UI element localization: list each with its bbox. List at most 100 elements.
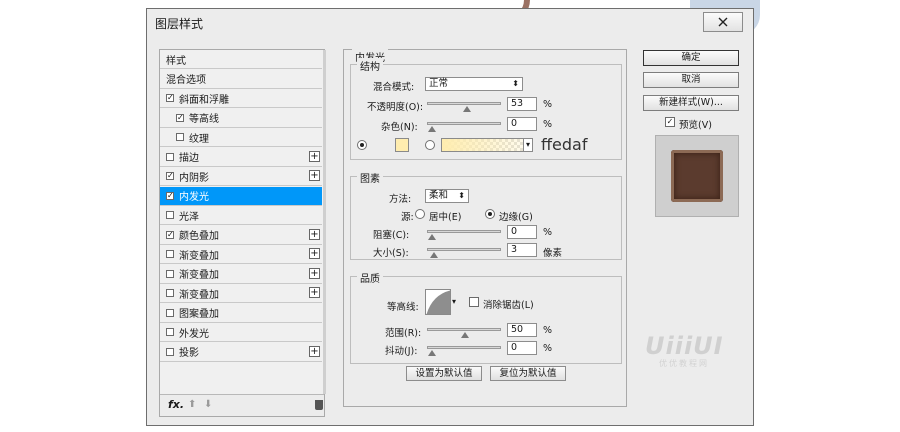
size-input[interactable]: 3 (507, 243, 537, 257)
style-checkbox[interactable]: ✓ (166, 94, 174, 102)
style-list-item[interactable]: 样式 (160, 50, 322, 69)
style-checkbox[interactable]: ✓ (166, 191, 174, 200)
contour-picker[interactable] (425, 289, 451, 315)
style-list-item[interactable]: 外发光 (160, 323, 322, 342)
style-list-item[interactable]: ✓ 颜色叠加 + (160, 226, 322, 245)
close-button[interactable] (703, 12, 743, 32)
style-list-item[interactable]: 光泽 (160, 206, 322, 225)
style-checkbox[interactable] (166, 328, 174, 336)
style-list-item[interactable]: 纹理 (160, 128, 322, 147)
structure-group: 结构 混合模式: 正常 ⬍ 不透明度(O): 53 % 杂色(N): 0 % ▾… (350, 58, 622, 160)
noise-slider-thumb[interactable] (428, 126, 436, 132)
preview-checkbox[interactable]: ✓ (665, 117, 675, 127)
move-up-icon[interactable]: ⬆ (188, 399, 196, 410)
elements-title: 图素 (357, 170, 383, 185)
choke-slider-thumb[interactable] (428, 234, 436, 240)
fx-label: fx (168, 398, 180, 411)
opacity-slider[interactable] (427, 102, 501, 112)
style-list-item[interactable]: 渐变叠加 + (160, 245, 322, 264)
style-checkbox[interactable] (176, 133, 184, 141)
reset-default-button[interactable]: 复位为默认值 (490, 366, 566, 381)
style-checkbox[interactable] (166, 269, 174, 278)
style-checkbox[interactable] (166, 250, 174, 258)
add-effect-icon[interactable]: + (309, 345, 320, 357)
style-checkbox[interactable]: ✓ (176, 113, 184, 122)
size-slider[interactable] (427, 248, 501, 258)
style-checkbox[interactable] (166, 347, 174, 356)
antialias-checkbox[interactable] (469, 297, 479, 307)
style-checkbox[interactable] (166, 289, 174, 297)
method-select[interactable]: 柔和 ⬍ (425, 189, 469, 203)
antialias-label: 消除锯齿(L) (483, 300, 534, 311)
style-checkbox[interactable]: ✓ (166, 230, 174, 239)
style-list-item-label: 内阴影 (179, 172, 209, 184)
noise-input[interactable]: 0 (507, 117, 537, 131)
opacity-slider-thumb[interactable] (462, 106, 471, 112)
add-effect-icon[interactable]: + (309, 150, 320, 162)
fx-button[interactable]: fx. (168, 398, 184, 411)
style-list-item[interactable]: 图案叠加 (160, 304, 322, 323)
range-input[interactable]: 50 (507, 323, 537, 337)
style-list-item[interactable]: ✓ 等高线 (160, 109, 322, 128)
style-checkbox[interactable] (166, 308, 174, 317)
source-edge-radio[interactable] (485, 209, 495, 219)
move-down-icon[interactable]: ⬇ (204, 399, 212, 410)
style-list-items: 样式 混合选项 ✓ 斜面和浮雕 ✓ 等高线 纹理 描边 + ✓ 内阴影 + ✓ 内发光 光泽 ✓ 颜色叠加 + 渐变… (160, 50, 324, 394)
trash-icon[interactable] (315, 400, 323, 410)
contour-dropdown-icon[interactable]: ▾ (452, 297, 456, 306)
cancel-button[interactable]: 取消 (643, 72, 739, 88)
style-list-scrollbar[interactable] (323, 50, 326, 394)
style-checkbox[interactable]: ✓ (166, 172, 174, 180)
quality-group: 品质 等高线: ▾ 消除锯齿(L) 范围(R): 50 % 抖动(J): 0 % (350, 270, 622, 364)
style-list-item[interactable]: 投影 + (160, 343, 322, 362)
range-slider-thumb[interactable] (461, 332, 469, 338)
style-list-item[interactable]: 混合选项 (160, 70, 322, 89)
size-label: 大小(S): (373, 248, 409, 259)
source-edge-label: 边缘(G) (499, 212, 533, 223)
jitter-input[interactable]: 0 (507, 341, 537, 355)
jitter-slider[interactable] (427, 346, 501, 356)
quality-title: 品质 (357, 270, 383, 285)
source-center-label: 居中(E) (429, 212, 462, 223)
choke-slider[interactable] (427, 230, 501, 240)
style-list-item[interactable]: 渐变叠加 + (160, 265, 322, 284)
solid-color-radio[interactable] (357, 140, 367, 150)
style-list-item[interactable]: ✓ 内阴影 + (160, 167, 322, 186)
add-effect-icon[interactable]: + (309, 170, 320, 181)
gradient-radio[interactable] (425, 140, 435, 150)
style-list-item-label: 投影 (179, 348, 199, 359)
style-list-item[interactable]: ✓ 内发光 (160, 186, 322, 206)
opacity-input[interactable]: 53 (507, 97, 537, 111)
style-list: 样式 混合选项 ✓ 斜面和浮雕 ✓ 等高线 纹理 描边 + ✓ 内阴影 + ✓ 内发光 光泽 ✓ 颜色叠加 + 渐变… (159, 49, 326, 417)
gradient-dropdown-icon[interactable]: ▾ (523, 138, 533, 152)
jitter-slider-thumb[interactable] (428, 350, 436, 356)
ok-button[interactable]: 确定 (643, 50, 739, 66)
glow-color-swatch[interactable] (395, 138, 409, 152)
style-list-footer: fx. ⬆ ⬇ (160, 394, 324, 416)
make-default-button[interactable]: 设置为默认值 (406, 366, 482, 381)
style-list-item[interactable]: 描边 + (160, 148, 322, 167)
add-effect-icon[interactable]: + (309, 287, 320, 298)
range-label: 范围(R): (385, 328, 422, 339)
source-label: 源: (401, 212, 414, 223)
style-checkbox[interactable] (166, 152, 174, 161)
close-icon (718, 17, 728, 27)
blend-mode-select[interactable]: 正常 ⬍ (425, 77, 523, 91)
range-slider[interactable] (427, 328, 501, 338)
color-hex-annotation: ffedaf (541, 135, 588, 154)
chevron-updown-icon: ⬍ (458, 191, 465, 200)
source-center-radio[interactable] (415, 209, 425, 219)
style-list-item[interactable]: 渐变叠加 + (160, 284, 322, 303)
size-slider-thumb[interactable] (429, 252, 438, 258)
contour-curve-icon (426, 290, 450, 314)
new-style-button[interactable]: 新建样式(W)... (643, 95, 739, 111)
add-effect-icon[interactable]: + (309, 267, 320, 279)
add-effect-icon[interactable]: + (309, 248, 320, 259)
style-checkbox[interactable] (166, 211, 174, 219)
gradient-picker[interactable] (441, 138, 529, 152)
opacity-unit: % (543, 99, 553, 110)
style-list-item[interactable]: ✓ 斜面和浮雕 (160, 89, 322, 108)
choke-input[interactable]: 0 (507, 225, 537, 239)
noise-slider[interactable] (427, 122, 501, 132)
add-effect-icon[interactable]: + (309, 228, 320, 240)
